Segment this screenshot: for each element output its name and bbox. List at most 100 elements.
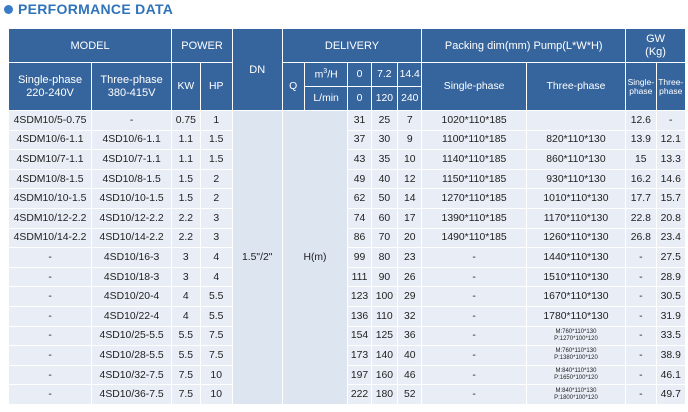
cell-packing-three: M:760*110*130 P:1380*100*120 (525, 345, 627, 366)
cell-kw: 7.5 (171, 364, 201, 386)
cell-packing-three: M:760*110*130 P:1270*100*120 (525, 325, 627, 347)
cell-kw: 1.5 (171, 168, 201, 190)
cell-head-1: 160 (370, 364, 399, 386)
cell-hp: 3 (199, 227, 233, 249)
cell-head-0: 99 (347, 247, 372, 268)
cell-three-phase-model: 4SD10/22-4 (91, 305, 173, 327)
table-row: 4SDM10/14-2.2 4SD10/14-2.2 2.2 3 86 70 20 1490*… (7, 227, 686, 249)
bullet-icon (4, 4, 13, 14)
cell-kw: 5.5 (171, 345, 201, 366)
cell-head-0: 43 (347, 149, 372, 170)
cell-head-2: 52 (397, 384, 423, 405)
cell-packing-single: 1140*110*185 (421, 149, 527, 170)
cell-head-1: 90 (370, 266, 399, 288)
header-model: MODEL (7, 28, 173, 63)
cell-single-phase-model: - (7, 286, 93, 307)
cell-head-1: 35 (370, 149, 399, 170)
cell-kw: 0.75 (171, 110, 201, 131)
cell-single-phase-model: 4SDM10/12-2.2 (7, 207, 93, 229)
cell-gw-three: - (655, 110, 686, 131)
cell-hp: 10 (199, 364, 233, 386)
cell-head-1: 40 (370, 168, 399, 190)
cell-gw-single: 22.8 (625, 207, 657, 229)
cell-head-1: 60 (370, 207, 399, 229)
cell-head-2: 26 (397, 266, 423, 288)
cell-packing-single: - (421, 325, 527, 347)
cell-packing-single: 1020*110*185 (421, 110, 527, 131)
table-row: 4SDM10/10-1.5 4SD10/10-1.5 1.5 2 62 50 14 1270*… (7, 188, 686, 209)
header-lmin: L/min (303, 86, 349, 111)
cell-gw-three: 27.5 (655, 247, 686, 268)
cell-packing-three: M:840*110*130 P:1650*100*120 (525, 364, 627, 386)
table-row: -4SD10/18-3 3 4 111 90 26-1510*110*130-28.9 (7, 266, 686, 288)
cell-single-phase-model: - (7, 247, 93, 268)
table-row: -4SD10/16-3 3 4 99 80 23-1440*110*130-27.5 (7, 247, 686, 268)
cell-gw-single: 16.2 (625, 168, 657, 190)
cell-packing-three: 1440*110*130 (525, 247, 627, 268)
cell-three-phase-model: 4SD10/25-5.5 (91, 325, 173, 347)
cell-gw-single: 12.6 (625, 110, 657, 131)
table-row: 4SDM10/8-1.5 4SD10/8-1.5 1.5 2 49 40 12 1150*11… (7, 168, 686, 190)
cell-kw: 2.2 (171, 207, 201, 229)
cell-head-0: 31 (347, 110, 372, 131)
cell-head-2: 46 (397, 364, 423, 386)
cell-gw-three: 31.9 (655, 305, 686, 327)
cell-single-phase-model: 4SDM10/8-1.5 (7, 168, 93, 190)
header-hp: HP (199, 62, 233, 111)
cell-head-0: 154 (347, 325, 372, 347)
cell-hp: 4 (199, 266, 233, 288)
cell-head-1: 100 (370, 286, 399, 307)
cell-head-1: 70 (370, 227, 399, 249)
cell-three-phase-model: 4SD10/8-1.5 (91, 168, 173, 190)
cell-packing-single: - (421, 286, 527, 307)
cell-head-2: 20 (397, 227, 423, 249)
cell-three-phase-model: 4SD10/28-5.5 (91, 345, 173, 366)
cell-head-1: 110 (370, 305, 399, 327)
cell-head-0: 62 (347, 188, 372, 209)
cell-head-0: 49 (347, 168, 372, 190)
table-row: -4SD10/32-7.5 7.5 10 197 160 46- M:840*110*130… (7, 364, 686, 386)
cell-head-0: 111 (347, 266, 372, 288)
cell-single-phase-model: - (7, 325, 93, 347)
header-flow-m3h-0: 0 (347, 62, 372, 87)
section-title-text: PERFORMANCE DATA (18, 1, 174, 17)
cell-hp: 10 (199, 384, 233, 405)
header-power: POWER (171, 28, 233, 63)
cell-three-phase-model: 4SD10/14-2.2 (91, 227, 173, 249)
cell-hp: 7.5 (199, 345, 233, 366)
header-dn: DN (231, 28, 283, 111)
cell-single-phase-model: - (7, 384, 93, 405)
header-packing: Packing dim(mm) Pump(L*W*H) (421, 28, 627, 63)
cell-hp: 7.5 (199, 325, 233, 347)
cell-packing-single: - (421, 364, 527, 386)
cell-gw-single: - (625, 266, 657, 288)
cell-three-phase-model: - (91, 110, 173, 131)
table-row: -4SD10/28-5.5 5.5 7.5 173 140 40- M:760*110*13… (7, 345, 686, 366)
cell-gw-single: - (625, 305, 657, 327)
cell-head-2: 12 (397, 168, 423, 190)
cell-hp: 5.5 (199, 305, 233, 327)
cell-gw-single: - (625, 364, 657, 386)
cell-gw-single: - (625, 345, 657, 366)
cell-gw-three: 14.6 (655, 168, 686, 190)
cell-packing-three: 860*110*130 (525, 149, 627, 170)
cell-gw-three: 30.5 (655, 286, 686, 307)
cell-single-phase-model: - (7, 364, 93, 386)
table-row: 4SDM10/7-1.1 4SD10/7-1.1 1.1 1.5 43 35 10 1140*… (7, 149, 686, 170)
cell-packing-three: 1010*110*130 (525, 188, 627, 209)
table-row: -4SD10/36-7.5 7.5 10 222 180 52- M:840*110*130… (7, 384, 686, 405)
cell-gw-three: 12.1 (655, 129, 686, 151)
cell-kw: 1.1 (171, 149, 201, 170)
cell-head-label: H(m) (281, 110, 349, 405)
cell-head-0: 123 (347, 286, 372, 307)
cell-gw-single: - (625, 384, 657, 405)
table-row: -4SD10/25-5.5 5.5 7.5 154 125 36- M:760*110*13… (7, 325, 686, 347)
cell-kw: 4 (171, 286, 201, 307)
cell-gw-three: 46.1 (655, 364, 686, 386)
header-flow-m3h-2: 14.4 (397, 62, 423, 87)
cell-gw-single: 13.9 (625, 129, 657, 151)
header-flow-lmin-0: 0 (347, 86, 372, 111)
cell-head-1: 80 (370, 247, 399, 268)
cell-gw-three: 13.3 (655, 149, 686, 170)
section-title: PERFORMANCE DATA (4, 0, 173, 18)
